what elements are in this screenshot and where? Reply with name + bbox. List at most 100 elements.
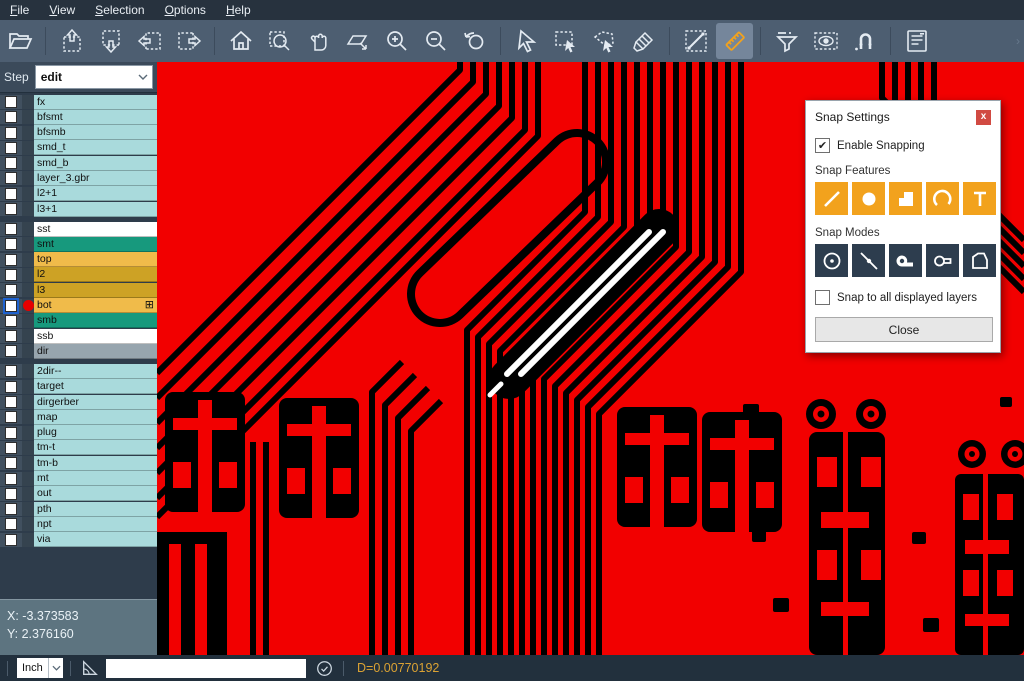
- layer-checkbox[interactable]: [0, 502, 22, 516]
- layer-label[interactable]: sst: [34, 222, 157, 237]
- layer-label[interactable]: out: [34, 486, 157, 501]
- layer-checkbox[interactable]: [0, 487, 22, 501]
- layer-label[interactable]: dirgerber: [34, 395, 157, 410]
- view-options-button[interactable]: [807, 23, 844, 59]
- layer-checkbox[interactable]: [0, 364, 22, 378]
- polygon-select-button[interactable]: [586, 23, 623, 59]
- layer-label[interactable]: plug: [34, 425, 157, 440]
- toolbar-overflow-icon[interactable]: ›: [1016, 34, 1020, 48]
- report-button[interactable]: [898, 23, 935, 59]
- layer-checkbox[interactable]: [0, 95, 22, 109]
- layer-label[interactable]: mt: [34, 471, 157, 486]
- snap-feature-arc-button[interactable]: [926, 182, 959, 215]
- menu-file[interactable]: File: [0, 1, 39, 19]
- layer-checkbox[interactable]: [0, 314, 22, 328]
- layer-checkbox[interactable]: [0, 410, 22, 424]
- enable-snapping-checkbox[interactable]: ✔: [815, 138, 830, 153]
- layer-label[interactable]: tm-t: [34, 440, 157, 455]
- snap-button[interactable]: [846, 23, 883, 59]
- layer-label[interactable]: tm-b: [34, 456, 157, 471]
- layer-label[interactable]: smd_b: [34, 156, 157, 171]
- layer-checkbox[interactable]: [0, 426, 22, 440]
- layer-label[interactable]: l3+1: [34, 202, 157, 217]
- layer-checkbox[interactable]: [0, 533, 22, 547]
- menu-options[interactable]: Options: [155, 1, 216, 19]
- layer-checkbox[interactable]: [0, 472, 22, 486]
- layer-label[interactable]: npt: [34, 517, 157, 532]
- layer-label[interactable]: 2dir--: [34, 364, 157, 379]
- step-select[interactable]: edit: [35, 65, 153, 89]
- drag-view-button[interactable]: [339, 23, 376, 59]
- snap-mode-polygon-button[interactable]: [963, 244, 996, 277]
- layer-checkbox[interactable]: [0, 171, 22, 185]
- layer-label[interactable]: layer_3.gbr: [34, 171, 157, 186]
- measure-input[interactable]: [106, 659, 306, 678]
- snap-feature-surface-button[interactable]: [889, 182, 922, 215]
- filter-button[interactable]: [768, 23, 805, 59]
- layer-label[interactable]: via: [34, 532, 157, 547]
- layer-label[interactable]: bot⊞: [34, 298, 157, 313]
- layer-checkbox[interactable]: [0, 517, 22, 531]
- measure-ruler-button[interactable]: [716, 23, 753, 59]
- zoom-window-button[interactable]: [261, 23, 298, 59]
- layer-checkbox[interactable]: [0, 141, 22, 155]
- layer-checkbox[interactable]: [0, 110, 22, 124]
- layer-label[interactable]: map: [34, 410, 157, 425]
- layer-label[interactable]: dir: [34, 344, 157, 359]
- layer-checkbox[interactable]: [0, 222, 22, 236]
- layer-checkbox[interactable]: [0, 329, 22, 343]
- layer-checkbox[interactable]: [0, 187, 22, 201]
- layer-label[interactable]: l2+1: [34, 186, 157, 201]
- layer-label[interactable]: fx: [34, 95, 157, 110]
- layer-label[interactable]: top: [34, 252, 157, 267]
- layer-label[interactable]: bfsmt: [34, 110, 157, 125]
- snap-mode-oblong-filled-button[interactable]: [889, 244, 922, 277]
- layer-label[interactable]: bfsmb: [34, 125, 157, 140]
- pan-down-button[interactable]: [92, 23, 129, 59]
- previous-view-button[interactable]: [456, 23, 493, 59]
- layer-checkbox[interactable]: [0, 156, 22, 170]
- layer-checkbox[interactable]: [0, 126, 22, 140]
- close-icon[interactable]: x: [976, 110, 991, 125]
- pan-left-button[interactable]: [131, 23, 168, 59]
- layer-checkbox[interactable]: [0, 237, 22, 251]
- snap-mode-midpoint-button[interactable]: [852, 244, 885, 277]
- angle-measure-icon[interactable]: [78, 656, 102, 680]
- layer-label[interactable]: pth: [34, 502, 157, 517]
- zoom-in-button[interactable]: [378, 23, 415, 59]
- layer-label[interactable]: smt: [34, 237, 157, 252]
- layer-checkbox[interactable]: [0, 202, 22, 216]
- layer-checkbox[interactable]: [0, 441, 22, 455]
- layer-label[interactable]: target: [34, 379, 157, 394]
- layer-checkbox[interactable]: [0, 344, 22, 358]
- snap-mode-center-button[interactable]: [815, 244, 848, 277]
- select-button[interactable]: [508, 23, 545, 59]
- pan-up-button[interactable]: [53, 23, 90, 59]
- layer-checkbox[interactable]: [0, 395, 22, 409]
- snap-close-button[interactable]: Close: [815, 317, 993, 342]
- menu-help[interactable]: Help: [216, 1, 261, 19]
- layer-label[interactable]: ssb: [34, 329, 157, 344]
- snap-all-layers-checkbox[interactable]: [815, 290, 830, 305]
- snap-mode-oblong-outline-button[interactable]: [926, 244, 959, 277]
- open-button[interactable]: [1, 23, 38, 59]
- menu-view[interactable]: View: [39, 1, 85, 19]
- measure-line-button[interactable]: [677, 23, 714, 59]
- pan-hand-button[interactable]: [300, 23, 337, 59]
- layer-checkbox[interactable]: [0, 253, 22, 267]
- rectangle-select-button[interactable]: [547, 23, 584, 59]
- layer-label[interactable]: smb: [34, 313, 157, 328]
- menu-selection[interactable]: Selection: [85, 1, 154, 19]
- mark-button[interactable]: [625, 23, 662, 59]
- layer-checkbox[interactable]: [0, 283, 22, 297]
- snap-feature-pad-button[interactable]: [852, 182, 885, 215]
- layer-checkbox[interactable]: [0, 380, 22, 394]
- pan-right-button[interactable]: [170, 23, 207, 59]
- layer-label[interactable]: l2: [34, 267, 157, 282]
- snap-feature-line-button[interactable]: [815, 182, 848, 215]
- home-view-button[interactable]: [222, 23, 259, 59]
- layer-checkbox[interactable]: [0, 268, 22, 282]
- layer-checkbox[interactable]: [0, 456, 22, 470]
- zoom-out-button[interactable]: [417, 23, 454, 59]
- layer-checkbox[interactable]: [0, 299, 22, 313]
